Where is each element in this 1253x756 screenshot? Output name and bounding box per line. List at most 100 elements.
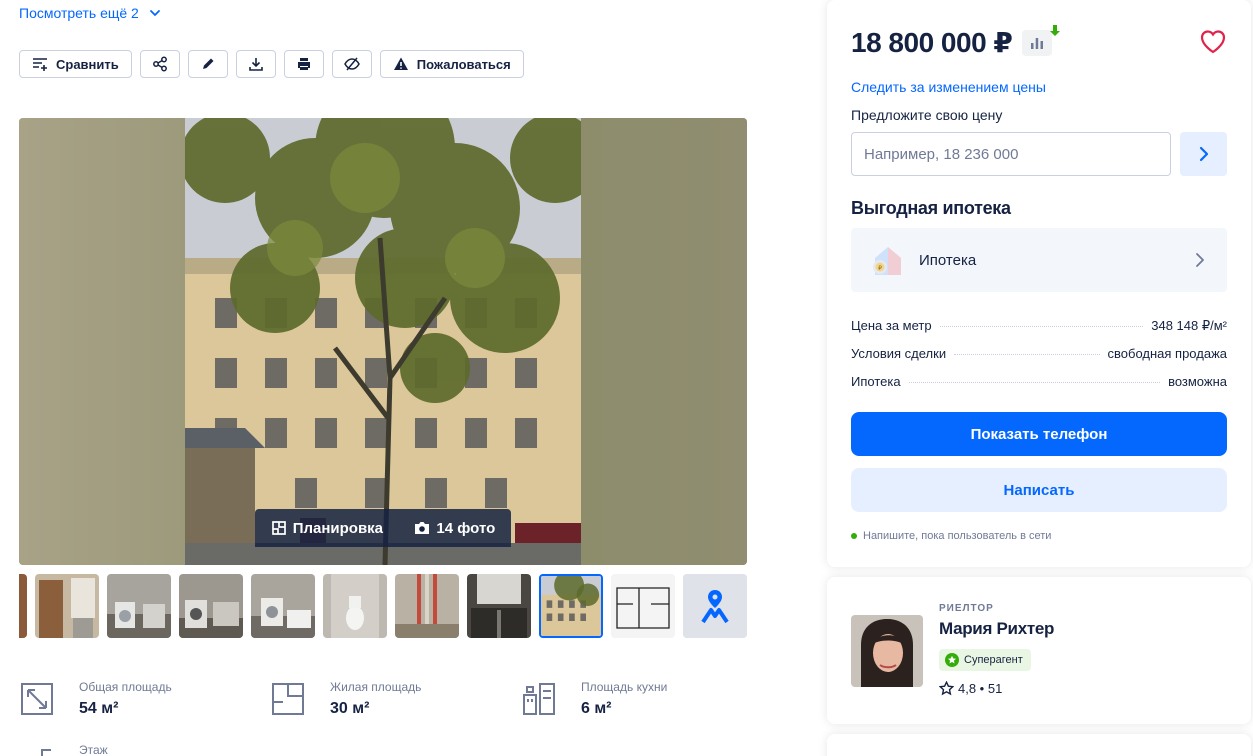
thumb-image xyxy=(541,576,601,636)
thumbnail[interactable] xyxy=(19,574,27,638)
fact-value: возможна xyxy=(1168,374,1227,389)
chevron-down-icon xyxy=(149,10,160,16)
thumbnail[interactable] xyxy=(179,574,243,638)
compare-icon xyxy=(33,58,47,71)
fact-dots xyxy=(954,354,1100,355)
feature-label: Этаж xyxy=(79,743,108,756)
see-more-label: Посмотреть ещё 2 xyxy=(19,5,139,21)
online-status-text: Напишите, пока пользователь в сети xyxy=(863,530,1052,542)
fact-row: Условия сделки свободная продажа xyxy=(851,346,1227,374)
thumb-image xyxy=(19,574,27,638)
thumbnail-strip xyxy=(19,574,747,638)
fact-row: Ипотека возможна xyxy=(851,374,1227,402)
gallery-overlay-bar: Планировка 14 фото xyxy=(255,509,511,547)
warning-icon xyxy=(393,57,408,70)
download-button[interactable] xyxy=(235,50,276,78)
online-dot-icon xyxy=(851,533,857,539)
price-card: 18 800 000 ₽ Следить за изменением цены … xyxy=(827,0,1251,567)
superagent-badge: Суперагент xyxy=(939,649,1031,671)
thumb-image xyxy=(35,574,99,638)
thumbnail-map[interactable] xyxy=(683,574,747,638)
feature-kitchen-area: Площадь кухни 6 м² xyxy=(521,676,667,718)
feature-label: Площадь кухни xyxy=(581,680,668,694)
show-phone-button[interactable]: Показать телефон xyxy=(851,412,1227,456)
main-photo[interactable] xyxy=(185,118,581,565)
star-icon xyxy=(939,681,954,696)
fact-label: Ипотека xyxy=(851,374,901,389)
listing-toolbar: Сравнить Пожаловаться xyxy=(19,50,524,78)
thumbnail[interactable] xyxy=(323,574,387,638)
agent-rating[interactable]: 4,8 • 51 xyxy=(939,681,1002,696)
badge-label: Суперагент xyxy=(964,654,1023,666)
feature-label: Жилая площадь xyxy=(330,680,422,694)
thumbnail[interactable] xyxy=(107,574,171,638)
rating-text: 4,8 • 51 xyxy=(958,681,1003,696)
print-button[interactable] xyxy=(283,50,324,78)
price-down-arrow-icon xyxy=(1050,24,1061,36)
star-badge-icon xyxy=(945,653,959,667)
offer-price-input[interactable] xyxy=(851,132,1171,176)
thumbnail[interactable] xyxy=(395,574,459,638)
agent-role: РИЕЛТОР xyxy=(939,603,994,614)
share-button[interactable] xyxy=(139,50,180,78)
thumb-image xyxy=(467,574,531,638)
avatar[interactable] xyxy=(851,615,923,687)
share-icon xyxy=(152,56,167,72)
fact-dots xyxy=(939,326,1144,327)
fact-label: Условия сделки xyxy=(851,346,947,361)
price-history-button[interactable] xyxy=(1022,24,1061,56)
photos-count-button[interactable]: 14 фото xyxy=(414,520,495,537)
thumbnail[interactable] xyxy=(251,574,315,638)
online-status: Напишите, пока пользователь в сети xyxy=(851,530,1051,542)
print-icon xyxy=(297,58,310,70)
agent-name[interactable]: Мария Рихтер xyxy=(939,619,1054,639)
hide-listing-button[interactable] xyxy=(331,50,372,78)
agent-card[interactable]: РИЕЛТОР Мария Рихтер Суперагент 4,8 • 51 xyxy=(827,577,1251,724)
write-message-button[interactable]: Написать xyxy=(851,468,1227,512)
thumbnail-floorplan[interactable] xyxy=(611,574,675,638)
building-photo xyxy=(185,118,581,565)
mortgage-title: Выгодная ипотека xyxy=(851,198,1011,218)
map-pin-icon xyxy=(683,574,747,638)
thumb-image xyxy=(611,574,675,638)
feature-value: 30 м² xyxy=(330,700,370,717)
thumbnail[interactable] xyxy=(467,574,531,638)
floor-plan-button[interactable]: Планировка xyxy=(271,520,383,537)
report-label: Пожаловаться xyxy=(416,56,511,72)
fact-label: Цена за метр xyxy=(851,318,932,333)
thumbnail[interactable] xyxy=(35,574,99,638)
feature-label: Общая площадь xyxy=(79,680,172,694)
svg-text:₽: ₽ xyxy=(878,265,882,272)
fact-dots xyxy=(908,382,1161,383)
fact-value: свободная продажа xyxy=(1107,346,1227,361)
chevron-right-icon xyxy=(1196,253,1204,267)
floor-icon xyxy=(41,749,51,756)
living-area-icon xyxy=(272,683,304,715)
download-icon xyxy=(248,58,263,71)
eye-off-icon xyxy=(343,57,360,71)
offer-submit-button[interactable] xyxy=(1180,132,1227,176)
photos-count-label: 14 фото xyxy=(436,519,496,537)
price-row: 18 800 000 ₽ xyxy=(851,24,1061,59)
thumb-image xyxy=(107,574,171,638)
floor-plan-label: Планировка xyxy=(292,519,384,537)
feature-value: 54 м² xyxy=(79,700,119,717)
mortgage-item[interactable]: ₽ Ипотека xyxy=(851,228,1227,292)
compare-button[interactable]: Сравнить xyxy=(19,50,132,78)
floor-plan-icon xyxy=(271,521,286,535)
thumbnail-active[interactable] xyxy=(539,574,603,638)
follow-price-link[interactable]: Следить за изменением цены xyxy=(851,79,1046,95)
heart-icon[interactable] xyxy=(1199,28,1227,56)
edit-note-button[interactable] xyxy=(187,50,228,78)
see-more-link[interactable]: Посмотреть ещё 2 xyxy=(19,5,161,21)
report-button[interactable]: Пожаловаться xyxy=(379,50,524,78)
agent-photo xyxy=(851,615,923,687)
thumb-image xyxy=(179,574,243,638)
thumb-image xyxy=(251,574,315,638)
photo-gallery[interactable]: Планировка 14 фото xyxy=(19,118,747,565)
camera-icon xyxy=(415,522,430,534)
fact-row: Цена за метр 348 148 ₽/м² xyxy=(851,318,1227,346)
feature-living-area: Жилая площадь 30 м² xyxy=(270,676,421,718)
compare-label: Сравнить xyxy=(56,56,119,72)
fact-value: 348 148 ₽/м² xyxy=(1151,318,1227,333)
